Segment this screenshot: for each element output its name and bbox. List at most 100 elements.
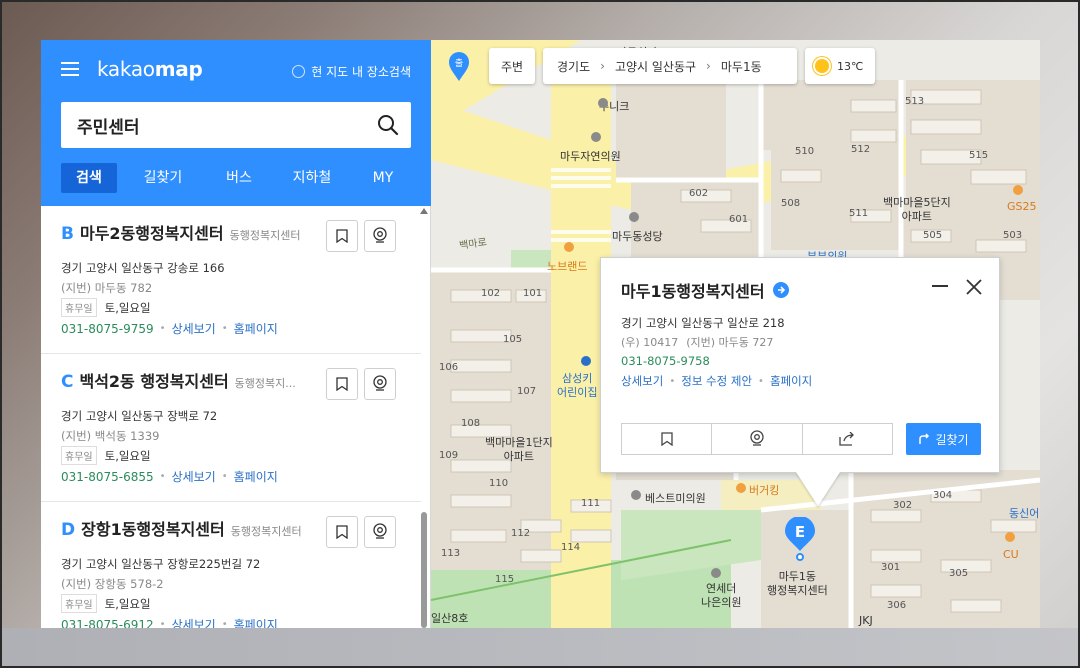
popup-tail [796,472,840,506]
block-number: 511 [849,208,869,219]
list-item: D 장항1동행정복지센터 동행정복지센터 경기 고양시 일산동구 장항로225번… [41,502,421,628]
crumb-province[interactable]: 경기도 [557,58,590,75]
map-label-bestmi[interactable]: 베스트미의원 [645,490,706,506]
result-phone[interactable]: 031-8075-9759 [61,322,154,336]
off-days-text: 토,일요일 [104,448,151,463]
map-label-pin-name[interactable]: 마두1동 행정복지센터 [767,570,828,598]
roadview-icon [373,375,387,391]
search-icon[interactable] [377,114,399,136]
place-info-popup: 마두1동행정복지센터 경기 고양시 일산동구 일산로 218 (우) 10417… [600,257,1000,473]
scroll-thumb[interactable] [421,512,427,628]
result-list: B 마두2동행정복지센터 동행정복지센터 경기 고양시 일산동구 강송로 166… [41,206,431,628]
block-number: 115 [495,574,515,585]
kakaomap-logo[interactable]: kakaomap [97,57,203,81]
map-label-samsung[interactable]: 삼성키 어린이집 [557,372,597,400]
area-search-toggle[interactable]: 현 지도 내 장소검색 [292,63,411,80]
crumb-city[interactable]: 고양시 일산동구 [615,58,696,75]
result-jibun: (지번) 마두동 782 [61,281,153,295]
result-off-days: 휴무일 토,일요일 [61,298,151,317]
map-label-baekma1[interactable]: 백마마을1단지 아파트 [485,436,553,464]
popup-share-button[interactable] [803,424,892,454]
result-address: 경기 고양시 일산동구 강송로 166 [61,261,225,275]
map-label-jkj[interactable]: JKJ [859,614,873,627]
scroll-up-arrow-icon[interactable] [420,208,428,214]
tab-bus[interactable]: 버스 [209,163,269,193]
weather-widget[interactable]: 13℃ [805,48,875,84]
arrow-right-icon [772,282,789,298]
roadview-icon [750,430,764,446]
off-days-text: 토,일요일 [104,596,151,611]
map-label-ilsan[interactable]: 일산8호 [431,610,468,626]
map-label-nobrand[interactable]: 노브랜드 [547,258,587,274]
result-scrollbar[interactable] [419,206,429,628]
map-label-yonsei[interactable]: 연세더 나은의원 [701,582,741,610]
block-number: 112 [511,528,531,539]
tab-search[interactable]: 검색 [61,163,117,193]
separator: • [221,471,228,482]
popup-detail-link[interactable]: 상세보기 [621,373,663,389]
svg-text:E: E [795,523,805,541]
result-name[interactable]: 백석2동 행정복지센터 [79,368,228,392]
tab-subway[interactable]: 지하철 [269,163,355,193]
menu-icon[interactable] [61,62,79,76]
popup-address: 경기 고양시 일산동구 일산로 218 [621,316,785,330]
temperature: 13℃ [837,59,864,73]
shop-icon [564,242,574,252]
popup-title[interactable]: 마두1동행정복지센터 [621,278,789,302]
map-label-burgerking[interactable]: 버거킹 [749,482,779,498]
around-button[interactable]: 주변 [489,48,535,84]
search-box [61,102,411,148]
popup-homepage-link[interactable]: 홈페이지 [770,373,812,389]
block-number: 301 [881,562,901,573]
popup-roadview-button[interactable] [712,424,803,454]
list-item: B 마두2동행정복지센터 동행정복지센터 경기 고양시 일산동구 강송로 166… [41,206,421,354]
block-number: 114 [561,542,581,553]
close-icon[interactable] [964,277,984,297]
bookmark-button[interactable] [326,220,358,252]
map-label-church[interactable]: 마두동성당 [612,228,663,244]
detail-link[interactable]: 상세보기 [172,616,216,628]
separator: • [159,619,166,628]
detail-link[interactable]: 상세보기 [172,468,216,485]
start-marker-icon[interactable]: 출 [448,52,470,82]
popup-bookmark-button[interactable] [622,424,713,454]
map-pin-icon[interactable]: E [784,517,816,561]
chevron-right-icon: › [706,59,711,73]
block-number: 513 [905,96,925,107]
detail-link[interactable]: 상세보기 [172,320,216,337]
result-phone[interactable]: 031-8075-6912 [61,618,154,629]
svg-text:출: 출 [455,58,463,69]
bookmark-button[interactable] [326,516,358,548]
homepage-link[interactable]: 홈페이지 [234,320,278,337]
bookmark-icon [336,229,348,243]
result-name[interactable]: 장항1동행정복지센터 [81,516,225,540]
roadview-button[interactable] [364,220,396,252]
roadview-button[interactable] [364,516,396,548]
map-label-dongsin[interactable]: 동신어 [1009,505,1039,521]
church-icon [629,212,639,222]
map-label-cu[interactable]: CU [1003,548,1019,561]
homepage-link[interactable]: 홈페이지 [234,616,278,628]
popup-route-button[interactable]: 길찾기 [906,423,981,455]
crumb-dong[interactable]: 마두1동 [721,58,762,75]
tab-route[interactable]: 길찾기 [117,163,209,193]
result-phone[interactable]: 031-8075-6855 [61,470,154,484]
roadview-button[interactable] [364,368,396,400]
map-label-clinic[interactable]: 마두자연의원 [560,148,621,164]
separator: • [159,471,166,482]
kakaomap-window: kakaomap 현 지도 내 장소검색 검색 길찾기 버스 지하철 MY [41,40,1040,628]
popup-phone[interactable]: 031-8075-9758 [621,354,710,368]
off-badge: 휴무일 [61,446,97,465]
map-label-baekma5[interactable]: 백마마을5단지 아파트 [883,196,951,224]
result-off-days: 휴무일 토,일요일 [61,446,151,465]
bookmark-button[interactable] [326,368,358,400]
popup-edit-link[interactable]: 정보 수정 제안 [681,373,752,389]
homepage-link[interactable]: 홈페이지 [234,468,278,485]
result-name[interactable]: 마두2동행정복지센터 [80,220,224,244]
map-label-gs25[interactable]: GS25 [1007,200,1037,213]
tab-my[interactable]: MY [355,163,411,193]
map-canvas[interactable]: 마두치과 주니크 마두자연의원 마두동성당 노브랜드 백마로 삼성키어린이집 백… [431,40,1040,628]
minimize-icon[interactable] [932,285,948,287]
search-input[interactable] [77,102,367,148]
result-title-row: B 마두2동행정복지센터 동행정복지센터 [61,220,321,244]
